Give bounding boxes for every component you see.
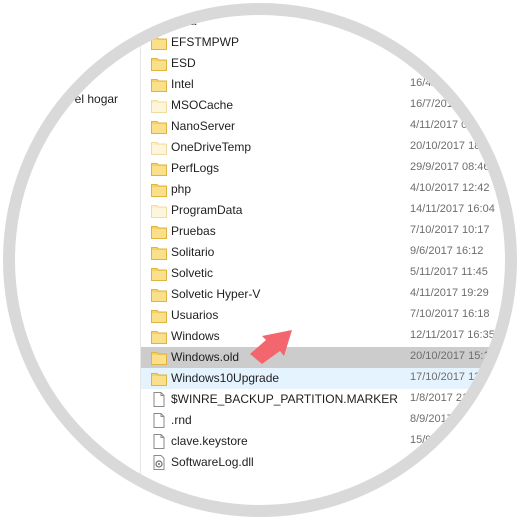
file-row[interactable]: Windows 12/11/2017 16:35 — [141, 326, 520, 347]
file-name: OneDriveTemp — [171, 140, 252, 154]
file-name: Data — [171, 14, 197, 28]
file-row[interactable]: OneDriveTemp 20/10/2017 18 — [141, 137, 520, 158]
file-date-modified: 4/10/2017 12:42 — [410, 182, 490, 194]
folder-icon — [151, 35, 167, 50]
file-row[interactable]: Solitario 9/6/2017 16:12 — [141, 242, 520, 263]
file-name: MSOCache — [171, 98, 234, 112]
file-name: Windows.old — [171, 350, 240, 364]
folder-icon — [151, 77, 167, 92]
file-row[interactable]: SoftwareLog.dll — [141, 452, 520, 473]
file-name: PerfLogs — [171, 161, 220, 175]
file-row[interactable]: EFSTMPWP — [141, 32, 520, 53]
folder-icon — [151, 245, 167, 260]
hidden-folder-icon — [151, 140, 167, 155]
file-date-modified: 9/6/2017 16:12 — [410, 245, 484, 257]
folder-icon — [151, 182, 167, 197]
file-date-modified: 27/ — [410, 56, 426, 68]
navigation-pane: en el hogar — [0, 0, 140, 520]
pointer-arrow-icon — [250, 330, 292, 364]
file-name: Pruebas — [171, 224, 216, 238]
file-date-modified: 20/10/2017 15:1 — [410, 350, 490, 362]
file-name: Solvetic Hyper-V — [171, 287, 261, 301]
file-row[interactable]: Solvetic Hyper-V 4/11/2017 19:29 — [141, 284, 520, 305]
file-name: .rnd — [171, 413, 192, 427]
file-date-modified: 7/10/2017 16:18 — [410, 308, 490, 320]
file-row[interactable]: Solvetic 5/11/2017 11:45 — [141, 263, 520, 284]
folder-icon — [151, 371, 167, 386]
file-icon — [151, 413, 167, 428]
file-date-modified: 14/11/2017 16:04 — [410, 203, 495, 215]
file-date-modified: 8/9/2017 — [410, 413, 453, 425]
file-explorer-window: en el hogar Data EFSTMPWP ESD 27/Intel 16/4/… — [0, 0, 520, 520]
file-date-modified: 16/4/2 — [410, 77, 441, 89]
file-date-modified: 17/10/2017 13 — [410, 371, 481, 383]
file-row[interactable]: $WINRE_BACKUP_PARTITION.MARKER 1/8/2017 2… — [141, 389, 520, 410]
file-name: clave.keystore — [171, 434, 248, 448]
hidden-folder-icon — [151, 203, 167, 218]
file-date-modified: 15/9/ — [410, 434, 435, 446]
file-name: Windows10Upgrade — [171, 371, 280, 385]
file-list: Data EFSTMPWP ESD 27/Intel 16/4/2 MSOCache 16/… — [141, 0, 520, 520]
folder-icon — [151, 119, 167, 134]
file-date-modified: 4/11/2017 0 — [410, 119, 468, 131]
file-icon — [151, 392, 167, 407]
file-row[interactable]: .rnd 8/9/2017 — [141, 410, 520, 431]
file-row[interactable]: Intel 16/4/2 — [141, 74, 520, 95]
file-date-modified: 29/9/2017 08:46 — [410, 161, 490, 173]
folder-icon — [151, 350, 167, 365]
file-date-modified: 20/10/2017 18 — [410, 140, 481, 152]
nav-item-label[interactable]: en el hogar — [58, 92, 118, 106]
file-name: Intel — [171, 77, 194, 91]
file-row[interactable]: MSOCache 16/7/2017 — [141, 95, 520, 116]
file-name: Solitario — [171, 245, 215, 259]
file-row[interactable]: clave.keystore 15/9/ — [141, 431, 520, 452]
file-date-modified: 12/11/2017 16:35 — [410, 329, 495, 341]
file-name: Solvetic — [171, 266, 214, 280]
file-row[interactable]: Windows.old 20/10/2017 15:1 — [141, 347, 520, 368]
file-name: php — [171, 182, 192, 196]
file-icon — [151, 434, 167, 449]
file-name: $WINRE_BACKUP_PARTITION.MARKER — [171, 392, 398, 406]
file-row[interactable]: Pruebas 7/10/2017 10:17 — [141, 221, 520, 242]
file-name: ProgramData — [171, 203, 243, 217]
file-date-modified: 7/10/2017 10:17 — [410, 224, 490, 236]
folder-icon — [151, 266, 167, 281]
folder-icon — [151, 224, 167, 239]
file-name: NanoServer — [171, 119, 236, 133]
file-date-modified: 16/7/2017 — [410, 98, 459, 110]
file-name: SoftwareLog.dll — [171, 455, 254, 469]
file-row[interactable]: Data — [141, 11, 520, 32]
file-name: Usuarios — [171, 308, 219, 322]
file-name: Windows — [171, 329, 220, 343]
folder-icon — [151, 308, 167, 323]
folder-icon — [151, 287, 167, 302]
file-date-modified: 1/8/2017 21 — [410, 392, 469, 404]
file-row[interactable]: Usuarios 7/10/2017 16:18 — [141, 305, 520, 326]
file-name: ESD — [171, 56, 196, 70]
file-row[interactable]: ProgramData 14/11/2017 16:04 — [141, 200, 520, 221]
file-row[interactable]: php 4/10/2017 12:42 — [141, 179, 520, 200]
file-name: EFSTMPWP — [171, 35, 239, 49]
folder-icon — [151, 56, 167, 71]
hidden-folder-icon — [151, 98, 167, 113]
file-row[interactable]: Windows10Upgrade 17/10/2017 13 — [141, 368, 520, 389]
file-row[interactable]: NanoServer 4/11/2017 0 — [141, 116, 520, 137]
file-date-modified: 5/11/2017 11:45 — [410, 266, 488, 278]
file-row[interactable]: ESD 27/ — [141, 53, 520, 74]
file-row[interactable]: PerfLogs 29/9/2017 08:46 — [141, 158, 520, 179]
folder-icon — [151, 329, 167, 344]
dll-file-icon — [151, 455, 167, 470]
file-date-modified: 4/11/2017 19:29 — [410, 287, 489, 299]
folder-icon — [151, 14, 167, 29]
folder-icon — [151, 161, 167, 176]
